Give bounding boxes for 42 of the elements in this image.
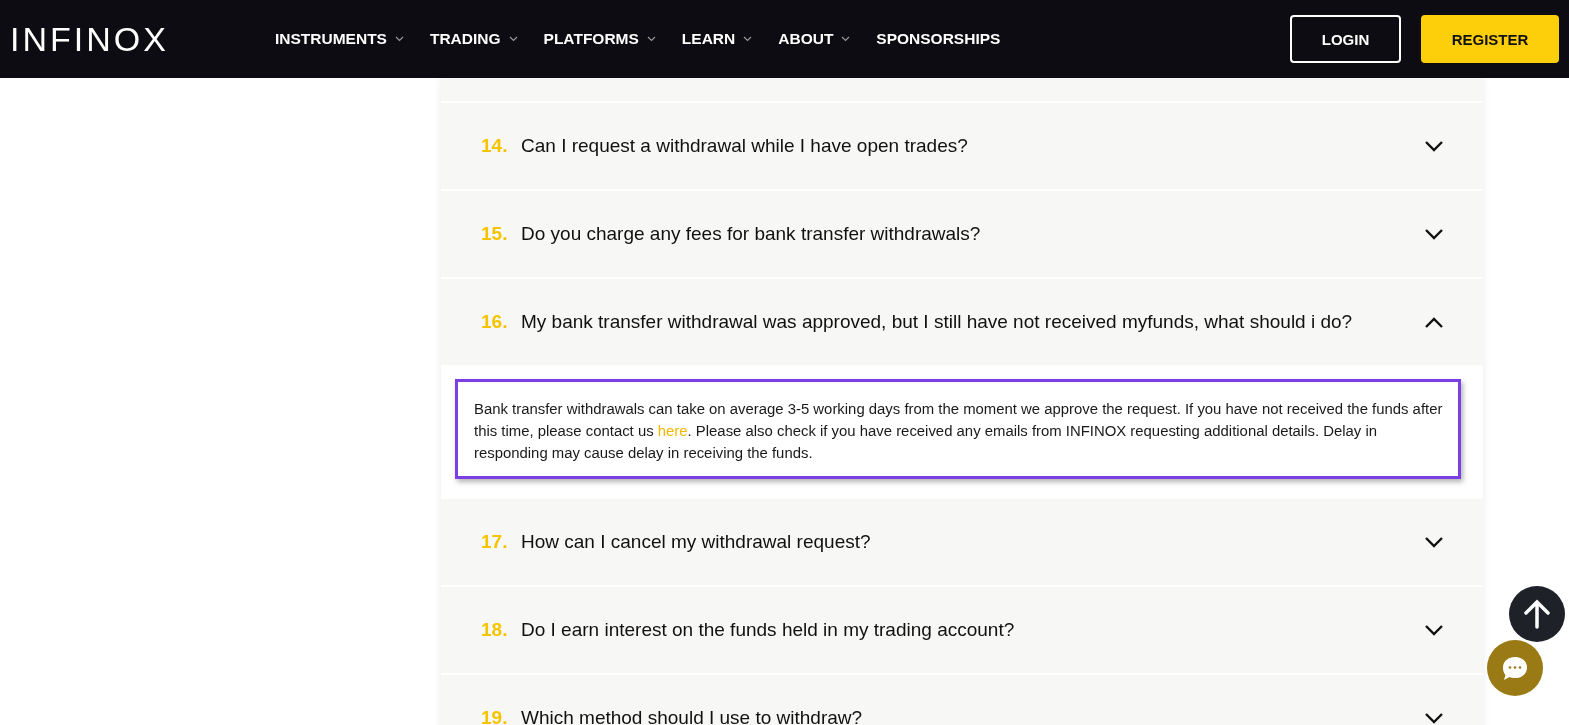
chevron-down-icon <box>1425 624 1443 636</box>
question-text: Can I request a withdrawal while I have open trades? <box>521 135 969 157</box>
caret-icon <box>646 36 656 42</box>
question-text: My bank transfer withdrawal was approved, but I still have not received myfunds, what should i do? <box>521 311 1354 333</box>
question-number: 19. <box>481 707 509 725</box>
question-number: 15. <box>481 223 509 245</box>
caret-icon <box>394 36 404 42</box>
answer-text: Bank transfer withdrawals can take on average 3-5 working days from the moment we approve the request. If you have not received the funds after this time, please contact us here. Please also check if you have received any emails from INFINOX requesting additional details. Delay in responding may cause delay in receiving the funds. <box>474 400 1444 463</box>
login-button[interactable]: LOGIN <box>1290 15 1401 63</box>
question-text: Do you charge any fees for bank transfer withdrawals? <box>521 223 982 245</box>
faq-question[interactable]: 18. Do I earn interest on the funds held in my trading account? <box>441 587 1483 675</box>
nav-link[interactable]: TRADING <box>429 30 518 48</box>
chevron-up-icon <box>1425 316 1443 328</box>
faq-question[interactable]: 15. Do you charge any fees for bank transfer withdrawals? <box>441 191 1483 279</box>
nav-link[interactable]: INSTRUMENTS <box>275 30 404 48</box>
faq-question[interactable]: 17. How can I cancel my withdrawal request? <box>441 499 1483 587</box>
nav-link[interactable]: SPONSORSHIPS <box>876 30 1001 48</box>
chevron-down-icon <box>1425 712 1443 724</box>
register-button[interactable]: REGISTER <box>1421 15 1559 63</box>
nav-link[interactable]: ABOUT <box>778 30 851 48</box>
question-text: How can I cancel my withdrawal request? <box>521 531 872 553</box>
question-text: Do I earn interest on the funds held in my trading account? <box>521 619 1016 641</box>
nav-link[interactable]: PLATFORMS <box>543 30 656 48</box>
chevron-down-icon <box>1425 140 1443 152</box>
chat-button[interactable] <box>1487 640 1543 696</box>
caret-icon <box>841 36 851 42</box>
question-number: 16. <box>481 311 509 333</box>
faq-question[interactable]: 19. Which method should I use to withdraw? <box>441 675 1483 725</box>
question-text: Which method should I use to withdraw? <box>521 707 864 725</box>
question-number: 18. <box>481 619 509 641</box>
question-number: 14. <box>481 135 509 157</box>
faq-question[interactable]: 14. Can I request a withdrawal while I have open trades? <box>441 103 1483 191</box>
caret-icon <box>743 36 753 42</box>
question-number: 17. <box>481 531 509 553</box>
chat-bubble-icon <box>1501 654 1529 682</box>
chevron-down-icon <box>1425 536 1443 548</box>
nav-link[interactable]: LEARN <box>681 30 753 48</box>
logo[interactable]: INFINOX <box>10 19 275 59</box>
arrow-up-icon <box>1523 599 1551 629</box>
caret-icon <box>508 36 518 42</box>
scroll-top-button[interactable] <box>1509 586 1565 642</box>
chevron-down-icon <box>1425 228 1443 240</box>
